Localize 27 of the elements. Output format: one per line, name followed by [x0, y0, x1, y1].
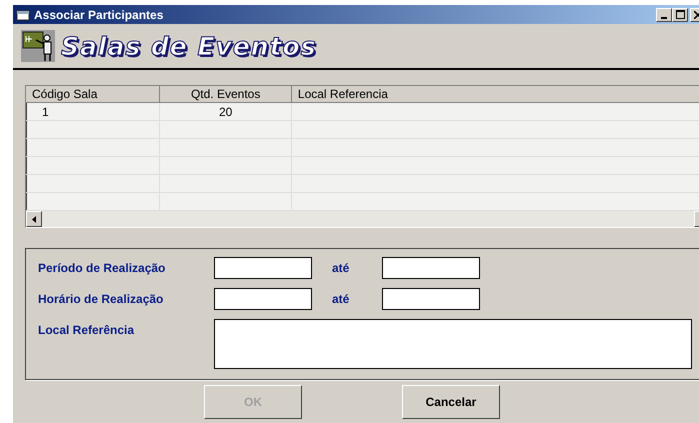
presenter-board-icon: [21, 30, 55, 62]
input-field[interactable]: [214, 288, 312, 310]
field-label: Período de Realização: [38, 260, 166, 277]
text-area[interactable]: [214, 319, 692, 369]
column-header[interactable]: Qtd. Eventos: [160, 86, 292, 102]
scroll-left-button[interactable]: [26, 211, 42, 227]
field-label: Horário de Realização: [38, 291, 164, 308]
range-separator-label: até: [331, 260, 350, 277]
field-label: Local Referência: [38, 322, 136, 339]
column-header[interactable]: Local Referencia: [292, 86, 699, 102]
column-header[interactable]: Código Sala: [26, 86, 160, 102]
left-arrow-icon: [32, 216, 36, 222]
input-field[interactable]: [214, 257, 312, 279]
maximize-icon: [676, 10, 684, 19]
input-field[interactable]: [382, 257, 480, 279]
input-field[interactable]: [382, 288, 480, 310]
maximize-button[interactable]: [672, 8, 688, 22]
range-separator-label: até: [331, 291, 350, 308]
dialog-button[interactable]: Cancelar: [402, 385, 500, 419]
window-icon: [16, 8, 30, 20]
window-title: Associar Participantes: [34, 8, 164, 22]
header-title: Salas de Eventos: [61, 32, 317, 60]
table-cell: 1: [42, 105, 49, 119]
minimize-icon: [661, 16, 667, 18]
minimize-button[interactable]: [656, 8, 672, 22]
table-cell: 20: [218, 105, 232, 119]
horizontal-scrollbar[interactable]: [26, 211, 699, 227]
